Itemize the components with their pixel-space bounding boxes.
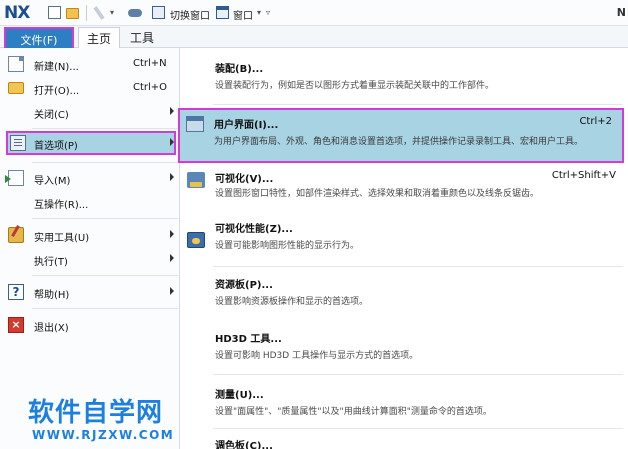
entry-description: 设置"面属性"、"质量属性"以及"用曲线计算面积"测量命令的首选项。: [215, 407, 492, 417]
new-file-icon[interactable]: [48, 6, 61, 19]
entry-shortcut: Ctrl+Shift+V: [551, 170, 616, 181]
menu-item-label: 互操作(R)...: [34, 200, 89, 211]
nx-logo: NX: [4, 3, 30, 23]
menu-separator: [32, 308, 178, 309]
quick-access-toolbar: NX ▾ 切换窗口 窗口 ▾ ▿ N: [0, 0, 628, 26]
menu-separator: [32, 128, 178, 129]
exit-icon: ×: [8, 317, 24, 333]
submenu-entry-user-interface[interactable]: 用户界面(I)... Ctrl+2 为用户界面布局、外观、角色和消息设置首选项，…: [178, 108, 624, 163]
preferences-icon: [10, 135, 26, 151]
entry-title: 测量(U)...: [215, 390, 264, 401]
visualization-icon: [187, 172, 205, 188]
menu-item-label: 执行(T): [34, 257, 68, 268]
submenu-arrow-icon: [170, 173, 174, 181]
menu-item-label: 首选项(P): [34, 141, 78, 152]
edit-dropdown-caret[interactable]: ▾: [110, 8, 114, 17]
submenu-entry-visualization-performance[interactable]: 可视化性能(Z)... 设置可能影响图形性能的显示行为。: [181, 214, 628, 260]
utilities-icon: [8, 227, 24, 243]
menu-item-label: 帮助(H): [34, 290, 70, 301]
submenu-arrow-icon: [170, 287, 174, 295]
submenu-separator: [213, 266, 623, 267]
entry-title: HD3D 工具...: [215, 334, 282, 345]
watermark-url-text: WWW.RJZXW.COM: [32, 428, 175, 442]
entry-title: 资源板(P)...: [215, 280, 273, 291]
open-folder-icon[interactable]: [66, 8, 79, 19]
submenu-entry-hd3d-tools[interactable]: HD3D 工具... 设置可影响 HD3D 工具操作与显示方式的首选项。: [181, 324, 628, 370]
menu-item-utilities[interactable]: 实用工具(U): [0, 223, 180, 247]
submenu-separator: [213, 428, 623, 429]
entry-description: 设置图形窗口特性，如部件渲染样式、选择效果和取消着重颜色以及线条反锯齿。: [215, 189, 540, 199]
ribbon-tab-bar: 文件(F) 主页 工具: [0, 26, 628, 53]
import-icon: [5, 170, 24, 186]
entry-description: 为用户界面布局、外观、角色和消息设置首选项，并提供操作记录录制工具、宏和用户工具…: [214, 137, 584, 147]
submenu-entry-resource-bar[interactable]: 资源板(P)... 设置影响资源板操作和显示的首选项。: [181, 270, 628, 316]
entry-title: 装配(B)...: [215, 64, 264, 75]
submenu-separator: [213, 374, 623, 375]
submenu-arrow-icon: [170, 254, 174, 262]
menu-item-shortcut: Ctrl+N: [133, 58, 167, 69]
window-icon[interactable]: [216, 6, 229, 19]
user-interface-icon: [186, 116, 204, 132]
entry-title: 调色板(C)...: [215, 441, 273, 449]
window-label[interactable]: 窗口: [233, 7, 253, 22]
menu-item-label: 打开(O)...: [34, 86, 80, 97]
menu-item-open[interactable]: 打开(O)... Ctrl+O: [0, 76, 180, 100]
menu-item-exit[interactable]: × 退出(X): [0, 313, 180, 337]
menu-item-close[interactable]: 关闭(C): [0, 100, 180, 124]
menu-item-label: 新建(N)...: [34, 62, 79, 73]
entry-description: 设置可能影响图形性能的显示行为。: [215, 241, 360, 251]
menu-separator: [32, 218, 178, 219]
entry-shortcut: Ctrl+2: [579, 116, 612, 127]
window-dropdown-caret[interactable]: ▾: [257, 8, 261, 17]
entry-title: 用户界面(I)...: [214, 120, 279, 131]
preferences-submenu: 装配(B)... 设置装配行为，例如是否以图形方式着重显示装配关联中的工作部件。…: [178, 48, 628, 449]
switch-window-label[interactable]: 切换窗口: [170, 7, 210, 22]
watermark-main-text: 软件自学网: [28, 398, 164, 428]
toolbar-overflow-caret[interactable]: ▿: [266, 8, 270, 17]
window-title-fragment: N: [616, 6, 626, 19]
submenu-arrow-icon: [170, 230, 174, 238]
menu-separator: [32, 275, 178, 276]
watermark: 软件自学网 WWW.RJZXW.COM: [28, 398, 188, 442]
submenu-entry-palette[interactable]: 调色板(C)...: [181, 432, 628, 449]
toolbar-separator: [86, 5, 87, 21]
submenu-arrow-icon: [170, 138, 174, 146]
submenu-entry-visualization[interactable]: 可视化(V)... Ctrl+Shift+V 设置图形窗口特性，如部件渲染样式、…: [181, 166, 628, 212]
menu-item-new[interactable]: 新建(N)... Ctrl+N: [0, 52, 180, 76]
menu-item-interop[interactable]: 互操作(R)...: [0, 190, 180, 214]
help-icon: ?: [8, 284, 24, 300]
edit-pen-icon[interactable]: [93, 6, 105, 20]
menu-item-shortcut: Ctrl+O: [133, 82, 168, 93]
menu-item-label: 关闭(C): [34, 110, 69, 121]
entry-title: 可视化性能(Z)...: [215, 224, 293, 235]
open-folder-icon: [8, 82, 24, 94]
menu-item-label: 导入(M): [34, 176, 71, 187]
tab-tools[interactable]: 工具: [130, 29, 154, 46]
link-icon[interactable]: [128, 9, 142, 17]
submenu-entry-assembly[interactable]: 装配(B)... 设置装配行为，例如是否以图形方式着重显示装配关联中的工作部件。: [181, 54, 628, 100]
menu-item-label: 实用工具(U): [34, 233, 90, 244]
visualization-performance-icon: [187, 232, 205, 248]
file-menu: 新建(N)... Ctrl+N 打开(O)... Ctrl+O 关闭(C) 首选…: [0, 48, 180, 449]
submenu-entry-measure[interactable]: 测量(U)... 设置"面属性"、"质量属性"以及"用曲线计算面积"测量命令的首…: [181, 380, 628, 426]
entry-description: 设置可影响 HD3D 工具操作与显示方式的首选项。: [215, 351, 419, 361]
tab-home[interactable]: 主页: [78, 27, 120, 48]
menu-item-preferences[interactable]: 首选项(P): [6, 131, 176, 155]
menu-item-label: 退出(X): [34, 323, 69, 334]
menu-item-help[interactable]: ? 帮助(H): [0, 280, 180, 304]
menu-item-import[interactable]: 导入(M): [0, 166, 180, 190]
submenu-arrow-icon: [170, 107, 174, 115]
submenu-separator: [213, 104, 623, 105]
new-document-icon: [8, 56, 24, 72]
switch-window-icon[interactable]: [152, 6, 165, 19]
menu-item-execute[interactable]: 执行(T): [0, 247, 180, 271]
menu-separator: [32, 162, 178, 163]
entry-description: 设置影响资源板操作和显示的首选项。: [215, 297, 369, 307]
entry-title: 可视化(V)...: [215, 174, 274, 185]
entry-description: 设置装配行为，例如是否以图形方式着重显示装配关联中的工作部件。: [215, 81, 495, 91]
